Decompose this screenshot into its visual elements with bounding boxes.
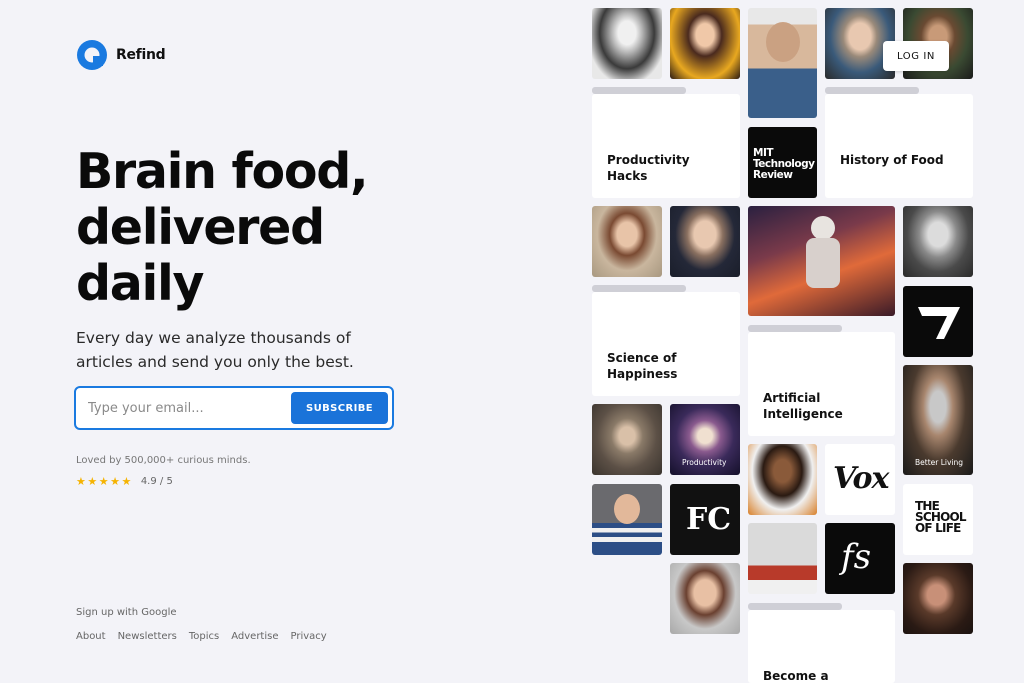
vox-logo-text: Vox (833, 461, 889, 496)
man-grinning-photo[interactable] (670, 563, 740, 634)
topic-card-become[interactable]: Become a (748, 610, 895, 683)
pagoda-roof-photo[interactable] (748, 523, 817, 594)
logo[interactable]: Refind (76, 39, 166, 71)
astronaut-mars-photo[interactable] (748, 206, 895, 316)
person-covering-face-photo[interactable] (592, 8, 662, 79)
topic-card-history-of-food[interactable]: History of Food (825, 94, 973, 198)
hero-subtitle: Every day we analyze thousands of articl… (76, 329, 354, 371)
star-rating-icon: ★★★★★ (76, 475, 133, 488)
verge-logo-icon (918, 307, 960, 339)
elderly-woman-photo[interactable]: Better Living (903, 365, 973, 475)
social-proof-text: Loved by 500,000+ curious minds. (76, 455, 251, 466)
topic-card-label: Science of Happiness (607, 351, 678, 381)
man-glasses-photo[interactable] (670, 206, 740, 277)
topic-tab (748, 603, 842, 610)
subscribe-form: SUBSCRIBE (74, 386, 394, 430)
elderly-man-photo[interactable] (592, 404, 662, 475)
login-button[interactable]: LOG IN (883, 41, 949, 71)
woman-curly-hair-photo[interactable] (748, 444, 817, 515)
logo-text: Refind (116, 47, 166, 63)
school-of-life-logo[interactable]: THE SCHOOL OF LIFE (903, 484, 973, 555)
refind-logo-icon (77, 40, 107, 70)
hero-panel: Refind Brain food, delivered daily Every… (0, 0, 560, 683)
fast-company-logo[interactable]: FC (670, 484, 740, 555)
email-field[interactable] (76, 389, 292, 427)
verge-logo[interactable] (903, 286, 973, 357)
topic-card-label: Become a (763, 669, 829, 683)
smiling-woman-photo[interactable] (592, 484, 662, 555)
mit-technology-review-logo[interactable]: MIT Technology Review (748, 127, 817, 198)
einstein-photo[interactable] (903, 206, 973, 277)
subscribe-button[interactable]: SUBSCRIBE (291, 392, 388, 424)
topic-card-label: Artificial Intelligence (763, 391, 843, 421)
footer-link-privacy[interactable]: Privacy (291, 631, 327, 642)
footer-link-topics[interactable]: Topics (189, 631, 219, 642)
vox-logo[interactable]: Vox (825, 444, 895, 515)
fc-logo-text: FC (686, 502, 732, 537)
footer-link-about[interactable]: About (76, 631, 106, 642)
topic-tab (592, 87, 686, 94)
photo-caption: Productivity (682, 458, 727, 467)
astronaut-helmet-photo[interactable]: Productivity (670, 404, 740, 475)
footer-link-newsletters[interactable]: Newsletters (118, 631, 177, 642)
fs-logo-text: fs (841, 537, 872, 577)
rating-value: 4.9 / 5 (140, 476, 173, 487)
topic-card-happiness[interactable]: Science of Happiness (592, 292, 740, 396)
woman-smiling-photo[interactable] (670, 8, 740, 79)
woman-portrait-photo[interactable] (592, 206, 662, 277)
rating: ★★★★★ 4.9 / 5 (76, 475, 173, 488)
topic-tab (592, 285, 686, 292)
farnam-street-logo[interactable]: fs (825, 523, 895, 594)
man-thinking-photo[interactable] (748, 8, 817, 118)
page-title: Brain food, delivered daily (76, 143, 369, 312)
topic-tab (825, 87, 919, 94)
topic-card-ai[interactable]: Artificial Intelligence (748, 332, 895, 436)
woman-portrait-dark-photo[interactable] (903, 563, 973, 634)
topic-card-label: Productivity Hacks (607, 153, 690, 183)
topic-card-label: History of Food (840, 153, 944, 167)
topic-tab (748, 325, 842, 332)
school-of-life-logo-text: THE SCHOOL OF LIFE (915, 499, 967, 535)
footer-link-advertise[interactable]: Advertise (231, 631, 278, 642)
topic-card-productivity[interactable]: Productivity Hacks (592, 94, 740, 198)
mit-logo-text: MIT Technology Review (753, 147, 815, 181)
google-signup-link[interactable]: Sign up with Google (76, 607, 177, 618)
photo-caption: Better Living (915, 458, 964, 467)
footer-nav: About Newsletters Topics Advertise Priva… (76, 631, 327, 642)
